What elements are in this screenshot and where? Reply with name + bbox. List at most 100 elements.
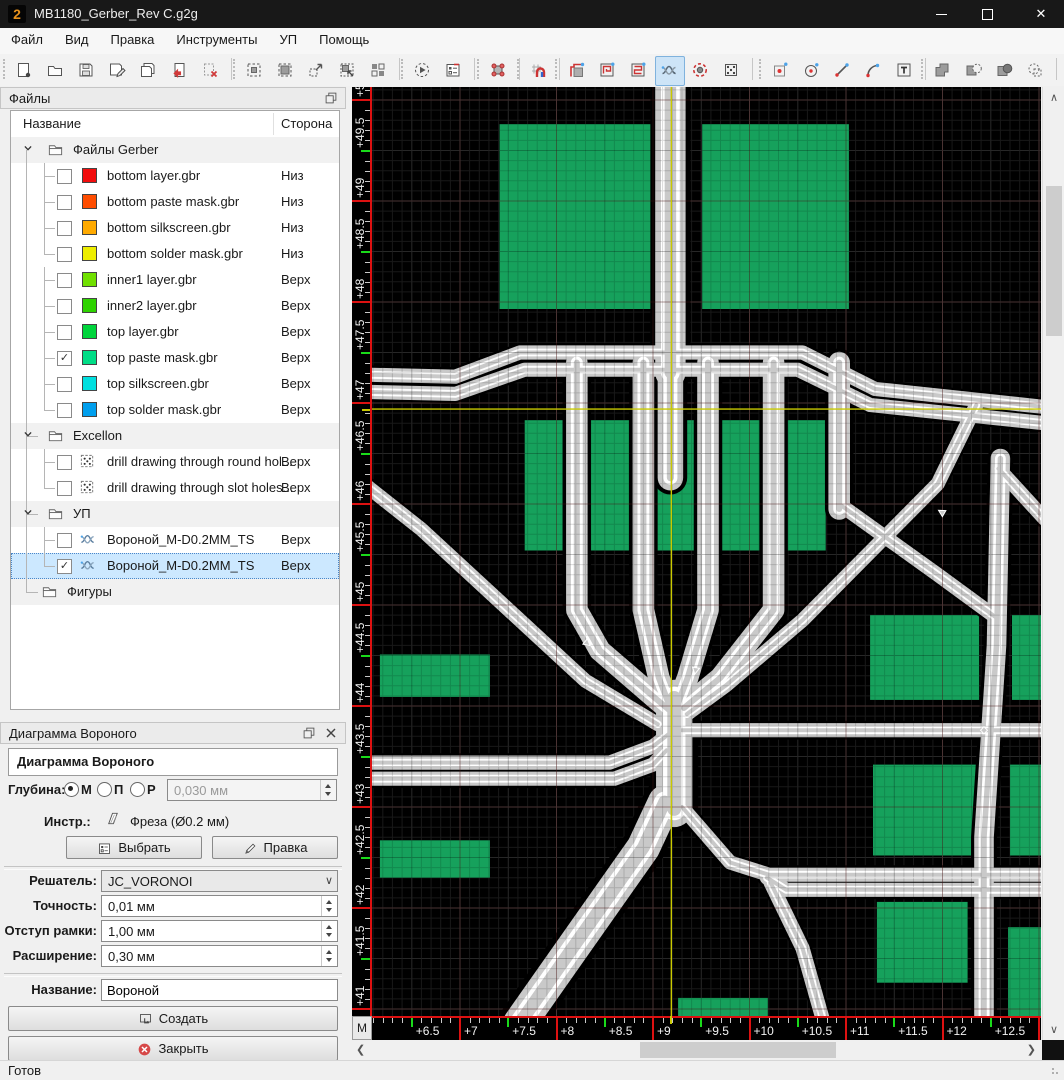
zigzag-button[interactable] (624, 56, 654, 86)
spin-arrows[interactable] (321, 896, 337, 916)
spin-arrows[interactable] (320, 780, 336, 800)
scroll-left-arrow[interactable]: ❮ (356, 1043, 365, 1056)
precision-spinbox[interactable]: 0,01 мм (101, 895, 338, 917)
horizontal-scrollbar[interactable]: ❮ ❯ (352, 1040, 1042, 1060)
tree-file-row[interactable]: bottom solder mask.gbrНиз (11, 241, 339, 267)
depth-value-spinbox[interactable]: 0,030 мм (167, 779, 337, 801)
tree-file-row[interactable]: ✓top paste mask.gbrВерх (11, 345, 339, 371)
layer-checkbox[interactable] (57, 455, 72, 470)
name-input[interactable] (101, 979, 338, 1001)
scroll-right-arrow[interactable]: ❯ (1027, 1043, 1036, 1056)
shape-combine-button[interactable] (990, 56, 1020, 86)
draw-circle-button[interactable] (797, 56, 827, 86)
mosaic-button[interactable] (364, 56, 394, 86)
tree-file-row[interactable]: top solder mask.gbrВерх (11, 397, 339, 423)
layer-color-swatch[interactable] (82, 246, 97, 261)
tree-folder-row[interactable]: УП (11, 501, 339, 527)
pcb-canvas[interactable] (372, 87, 1041, 1016)
ruler-unit-button[interactable]: M (352, 1016, 372, 1040)
layer-color-swatch[interactable] (82, 298, 97, 313)
menu-Правка[interactable]: Правка (100, 28, 166, 51)
column-divider[interactable] (273, 113, 274, 135)
contour-button[interactable] (562, 56, 592, 86)
layer-color-swatch[interactable] (82, 324, 97, 339)
minimize-button[interactable] (918, 0, 964, 28)
close-document-button[interactable] (196, 56, 226, 86)
spin-arrows[interactable] (321, 946, 337, 966)
layer-color-swatch[interactable] (82, 194, 97, 209)
tree-file-row[interactable]: inner2 layer.gbrВерх (11, 293, 339, 319)
layer-checkbox[interactable] (57, 221, 72, 236)
tree-file-row[interactable]: drill drawing through round hol...Верх (11, 449, 339, 475)
horizontal-scroll-thumb[interactable] (640, 1042, 836, 1058)
menu-Вид[interactable]: Вид (54, 28, 100, 51)
layer-color-swatch[interactable] (82, 272, 97, 287)
layer-checkbox[interactable] (57, 377, 72, 392)
voronoi-button[interactable] (655, 56, 685, 86)
depth-radio-Р[interactable] (130, 782, 145, 797)
expansion-spinbox[interactable]: 0,30 мм (101, 945, 338, 967)
layer-checkbox[interactable]: ✓ (57, 559, 72, 574)
spiral-button[interactable] (593, 56, 623, 86)
shape-lasso-button[interactable] (1021, 56, 1051, 86)
edit-tool-button[interactable]: Правка (212, 836, 338, 859)
tree-file-row[interactable]: Вороной_M-D0.2MM_TSВерх (11, 527, 339, 553)
tree-folder-row[interactable]: Файлы Gerber (11, 137, 339, 163)
menu-Файл[interactable]: Файл (0, 28, 54, 51)
layer-checkbox[interactable] (57, 403, 72, 418)
float-panel-button[interactable] (301, 725, 319, 743)
toolbar-group-handle[interactable] (759, 59, 764, 79)
fit-all-button[interactable] (271, 56, 301, 86)
draw-line-button[interactable] (828, 56, 858, 86)
tree-file-row[interactable]: top silkscreen.gbrВерх (11, 371, 339, 397)
layer-checkbox[interactable] (57, 195, 72, 210)
layer-color-swatch[interactable] (82, 402, 97, 417)
save-edit-button[interactable] (103, 56, 133, 86)
toolbar-group-handle[interactable] (401, 59, 406, 79)
zoom-out-button[interactable] (302, 56, 332, 86)
shape-union-button[interactable] (928, 56, 958, 86)
draw-arc-button[interactable] (859, 56, 889, 86)
solver-combobox[interactable]: JC_VORONOI ∨ (101, 870, 338, 892)
toolbar-group-handle[interactable] (233, 59, 238, 79)
tree-folder-row[interactable]: Фигуры (11, 579, 339, 605)
toolbar-group-handle[interactable] (555, 59, 560, 79)
tree-file-row[interactable]: drill drawing through slot holes...Верх (11, 475, 339, 501)
layer-checkbox[interactable] (57, 481, 72, 496)
drill-points-button[interactable] (717, 56, 747, 86)
layer-checkbox[interactable] (57, 247, 72, 262)
depth-radio-П[interactable] (97, 782, 112, 797)
layer-checkbox[interactable] (57, 325, 72, 340)
transform-button[interactable] (484, 56, 514, 86)
vertical-scroll-thumb[interactable] (1046, 186, 1062, 336)
shape-subtract-button[interactable] (959, 56, 989, 86)
layer-color-swatch[interactable] (82, 376, 97, 391)
fit-selection-button[interactable] (240, 56, 270, 86)
save-button[interactable] (72, 56, 102, 86)
drill-marks-button[interactable] (686, 56, 716, 86)
maximize-button[interactable] (964, 0, 1010, 28)
new-document-button[interactable] (10, 56, 40, 86)
open-folder-button[interactable] (41, 56, 71, 86)
layer-checkbox[interactable] (57, 533, 72, 548)
tree-file-row[interactable]: top layer.gbrВерх (11, 319, 339, 345)
menu-УП[interactable]: УП (268, 28, 308, 51)
toolbar-group-handle[interactable] (477, 59, 482, 79)
collapse-chevron-icon[interactable] (21, 505, 35, 522)
close-panel-button[interactable] (323, 725, 341, 743)
tree-header[interactable]: Название Сторона (11, 111, 339, 138)
tree-file-row[interactable]: bottom layer.gbrНиз (11, 163, 339, 189)
menu-Инструменты[interactable]: Инструменты (165, 28, 268, 51)
run-button[interactable] (408, 56, 438, 86)
scroll-down-arrow[interactable]: ∨ (1043, 1023, 1064, 1036)
draw-point-button[interactable] (766, 56, 796, 86)
draw-text-button[interactable] (890, 56, 920, 86)
collapse-chevron-icon[interactable] (21, 141, 35, 158)
layer-checkbox[interactable] (57, 273, 72, 288)
tree-file-row[interactable]: bottom silkscreen.gbrНиз (11, 215, 339, 241)
parameters-button[interactable] (439, 56, 469, 86)
save-all-button[interactable] (134, 56, 164, 86)
scroll-up-arrow[interactable]: ∧ (1043, 91, 1064, 104)
depth-radio-М[interactable] (64, 782, 79, 797)
margin-spinbox[interactable]: 1,00 мм (101, 920, 338, 942)
